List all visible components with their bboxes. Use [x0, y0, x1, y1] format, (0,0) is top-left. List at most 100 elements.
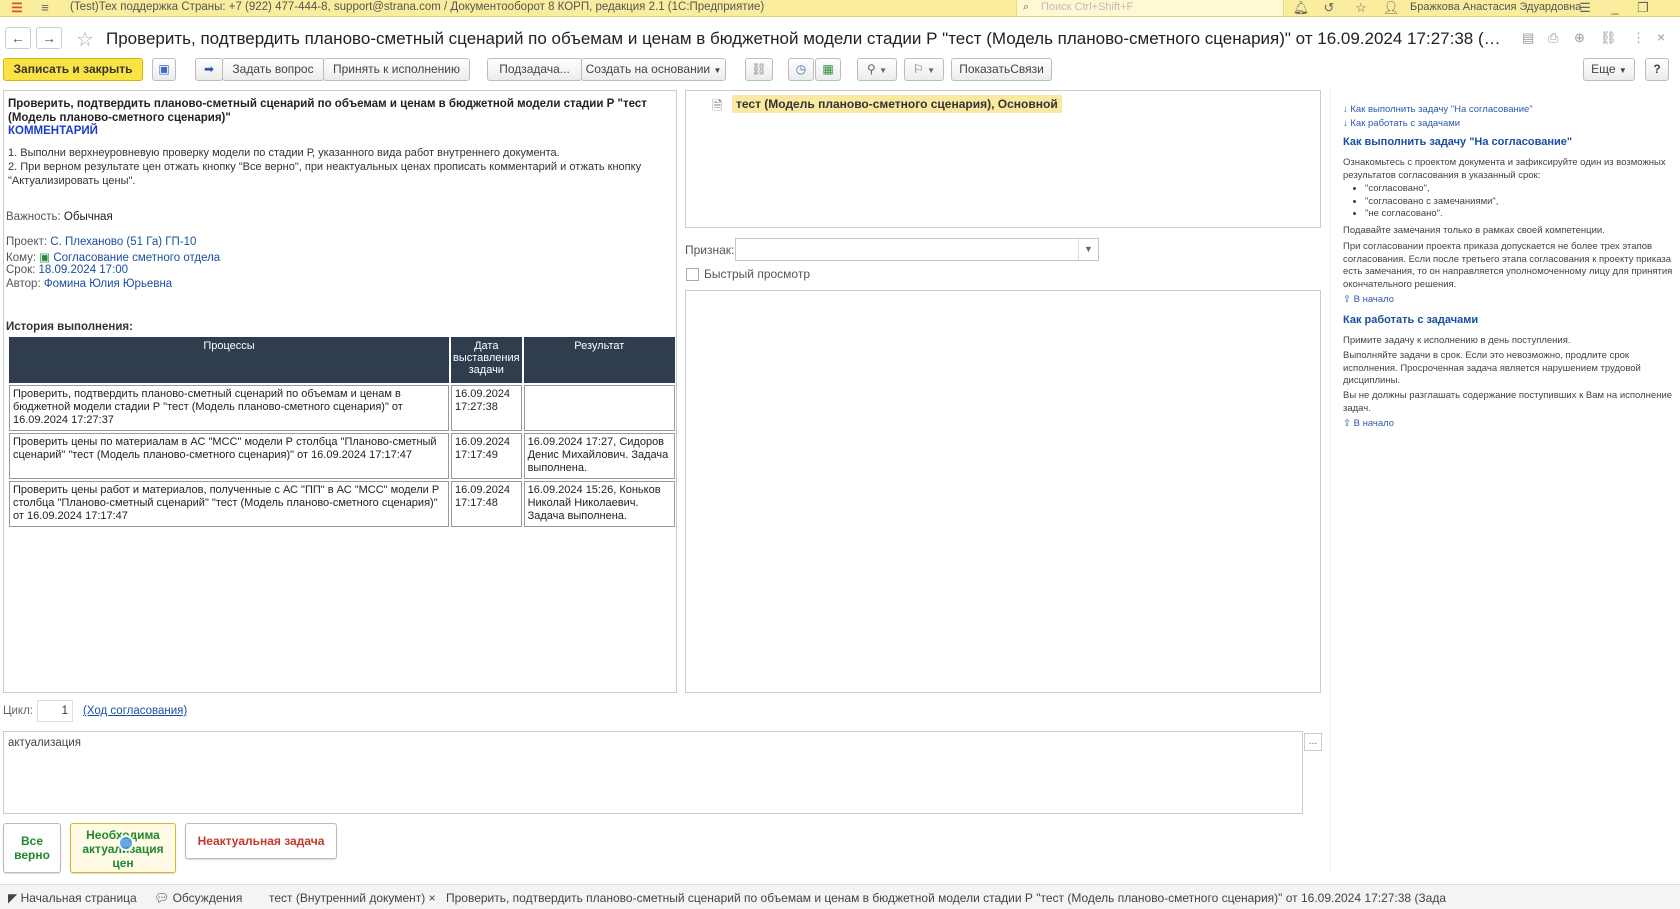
help-panel: ↓ Как выполнить задачу "На согласование"…	[1330, 90, 1676, 870]
tab-current-task-label: Проверить, подтвердить планово-сметный с…	[446, 891, 1446, 905]
help-link-tasks[interactable]: ↓ Как работать с задачами	[1343, 118, 1460, 129]
result-cell: 16.09.2024 15:26, Коньков Николай Никола…	[523, 481, 675, 527]
table-row[interactable]: Проверить цены по материалам в АС "МСС" …	[9, 433, 675, 479]
col-processes: Процессы	[9, 337, 449, 383]
help-to-top-link[interactable]: ⇧ В начало	[1343, 418, 1394, 429]
chat-icon: 💬︎	[154, 891, 170, 905]
cycle-field[interactable]: 1	[37, 700, 73, 722]
help-paragraph: Примите задачу к исполнению в день посту…	[1343, 335, 1571, 346]
help-button[interactable]: ?	[1645, 58, 1669, 81]
report-button[interactable]: ▦	[815, 58, 841, 81]
dropdown-arrow-icon: ▼	[1618, 66, 1627, 75]
tab-discussions[interactable]: 💬︎ Обсуждения	[154, 891, 242, 905]
star-icon[interactable]: ☆	[1352, 0, 1370, 16]
user-name[interactable]: Бражкова Анастасия Эдуардовна	[1410, 1, 1581, 13]
comment-expand-button[interactable]: ...	[1304, 733, 1322, 751]
history-icon[interactable]: ↺	[1320, 0, 1338, 16]
tab-internal-document-label: тест (Внутренний документ)	[269, 891, 426, 905]
attachment-item[interactable]: тест (Модель планово-сметного сценария),…	[732, 95, 1062, 113]
flag-button[interactable]: ⚐ ▼	[904, 58, 944, 81]
back-button[interactable]: ←	[5, 27, 31, 49]
approval-progress-link[interactable]: (Ход согласования)	[83, 705, 187, 717]
minimize-icon[interactable]: _	[1606, 0, 1624, 16]
dropdown-arrow-icon: ▼	[927, 66, 936, 75]
help-to-top-link[interactable]: ⇧ В начало	[1343, 294, 1394, 305]
subtask-button[interactable]: Подзадача...	[487, 58, 582, 81]
preview-panel	[685, 290, 1321, 693]
tab-internal-document[interactable]: тест (Внутренний документ) ×	[269, 891, 436, 905]
tab-home[interactable]: ◤ Начальная страница	[8, 891, 137, 905]
priznak-label: Признак:	[685, 243, 735, 257]
show-links-button[interactable]: ПоказатьСвязи	[951, 58, 1052, 81]
clock-button[interactable]: ◷	[788, 58, 814, 81]
quick-view-checkbox[interactable]	[686, 268, 699, 281]
table-row[interactable]: Проверить, подтвердить планово-сметный с…	[9, 385, 675, 431]
arrow-right-icon: ➡	[203, 62, 215, 76]
link-button[interactable]: ⛓	[745, 58, 773, 81]
arrow-left-icon: ←	[11, 30, 25, 46]
save-copy-icon[interactable]: ▤	[1522, 30, 1534, 46]
author-link[interactable]: Фомина Юлия Юрьевна	[44, 278, 172, 290]
help-link-approval[interactable]: ↓ Как выполнить задачу "На согласование"	[1343, 104, 1533, 115]
cursor-indicator	[118, 835, 134, 851]
more-vert-icon[interactable]: ⋮	[1632, 30, 1645, 46]
link-icon[interactable]: ⛓	[1600, 30, 1617, 46]
settings-menu-icon[interactable]: ☰	[1576, 0, 1594, 16]
favorite-star-icon[interactable]: ☆	[76, 27, 94, 52]
restore-icon[interactable]: ❐	[1634, 0, 1652, 16]
quick-view-label[interactable]: Быстрый просмотр	[704, 267, 810, 281]
due-label: Срок:	[6, 264, 36, 276]
help-heading-approval: Как выполнить задачу "На согласование"	[1343, 136, 1573, 148]
project-link[interactable]: С. Плеханово (51 Га) ГП-10	[50, 236, 196, 248]
save-disk-button[interactable]: ▣	[152, 58, 176, 81]
help-heading-tasks: Как работать с задачами	[1343, 314, 1479, 326]
pin-icon: ◤	[8, 891, 18, 905]
close-tab-icon[interactable]: ×	[429, 891, 436, 905]
tab-current-task[interactable]: Проверить, подтвердить планово-сметный с…	[446, 891, 1446, 905]
attachment-button[interactable]: ⚲ ▼	[857, 58, 897, 81]
more-button[interactable]: Еще ▼	[1583, 58, 1635, 81]
help-list-item: "согласовано",	[1365, 183, 1498, 196]
history-label: История выполнения:	[6, 321, 133, 333]
arrow-right-icon: →	[42, 30, 56, 46]
comment-textarea[interactable]: актуализация	[3, 731, 1303, 814]
project-label: Проект:	[6, 236, 48, 248]
all-correct-button[interactable]: Все верно	[3, 823, 61, 873]
help-to-top-text: В начало	[1353, 418, 1395, 429]
send-button[interactable]: ➡	[195, 58, 223, 81]
ask-question-button[interactable]: Задать вопрос	[222, 58, 324, 81]
flag-icon: ⚐	[912, 62, 924, 76]
instruction-1: 1. Выполни верхнеуровневую проверку моде…	[8, 147, 560, 159]
forward-button[interactable]: →	[36, 27, 62, 49]
result-cell: 16.09.2024 17:27, Сидоров Денис Михайлов…	[523, 433, 675, 479]
search-placeholder: Поиск Ctrl+Shift+F	[1041, 1, 1134, 13]
main-menu-icon[interactable]: ≡	[36, 0, 54, 16]
app-logo-icon[interactable]: ☰	[6, 0, 28, 16]
zoom-icon[interactable]: ⊕	[1574, 30, 1585, 46]
tab-home-label: Начальная страница	[20, 891, 137, 905]
print-icon[interactable]: ⎙	[1548, 30, 1558, 46]
priznak-select[interactable]: ▼	[735, 238, 1099, 261]
global-search-input[interactable]: ⌕ Поиск Ctrl+Shift+F	[1016, 0, 1284, 16]
process-cell: Проверить, подтвердить планово-сметный с…	[9, 385, 449, 431]
author-row: Автор: Фомина Юлия Юрьевна	[6, 278, 172, 290]
irrelevant-task-button[interactable]: Неактуальная задача	[185, 823, 337, 859]
bell-icon[interactable]: 🔔︎	[1292, 0, 1310, 16]
window-title: (Test)Тех поддержка Страны: +7 (922) 477…	[70, 1, 765, 13]
comment-header: КОММЕНТАРИЙ	[8, 125, 98, 137]
dropdown-arrow-icon[interactable]: ▼	[1078, 239, 1098, 260]
accept-execution-button[interactable]: Принять к исполнению	[323, 58, 470, 81]
process-cell: Проверить цены работ и материалов, получ…	[9, 481, 449, 527]
user-icon[interactable]: 👤︎	[1382, 0, 1400, 16]
create-based-label: Создать на основании	[585, 62, 711, 76]
search-icon: ⌕	[1023, 1, 1030, 13]
due-row: Срок: 18.09.2024 17:00	[6, 264, 128, 276]
create-based-on-button[interactable]: Создать на основании ▼	[581, 58, 726, 81]
table-row[interactable]: Проверить цены работ и материалов, получ…	[9, 481, 675, 527]
help-paragraph: Ознакомьтесь с проектом документа и зафи…	[1343, 157, 1666, 181]
close-icon[interactable]: ×	[1657, 29, 1665, 45]
to-link[interactable]: Согласование сметного отдела	[53, 252, 220, 264]
save-close-button[interactable]: Записать и закрыть	[3, 58, 143, 81]
help-list-item: "не согласовано".	[1365, 208, 1498, 221]
help-paragraph: Выполняйте задачи в срок. Если это невоз…	[1343, 350, 1641, 386]
